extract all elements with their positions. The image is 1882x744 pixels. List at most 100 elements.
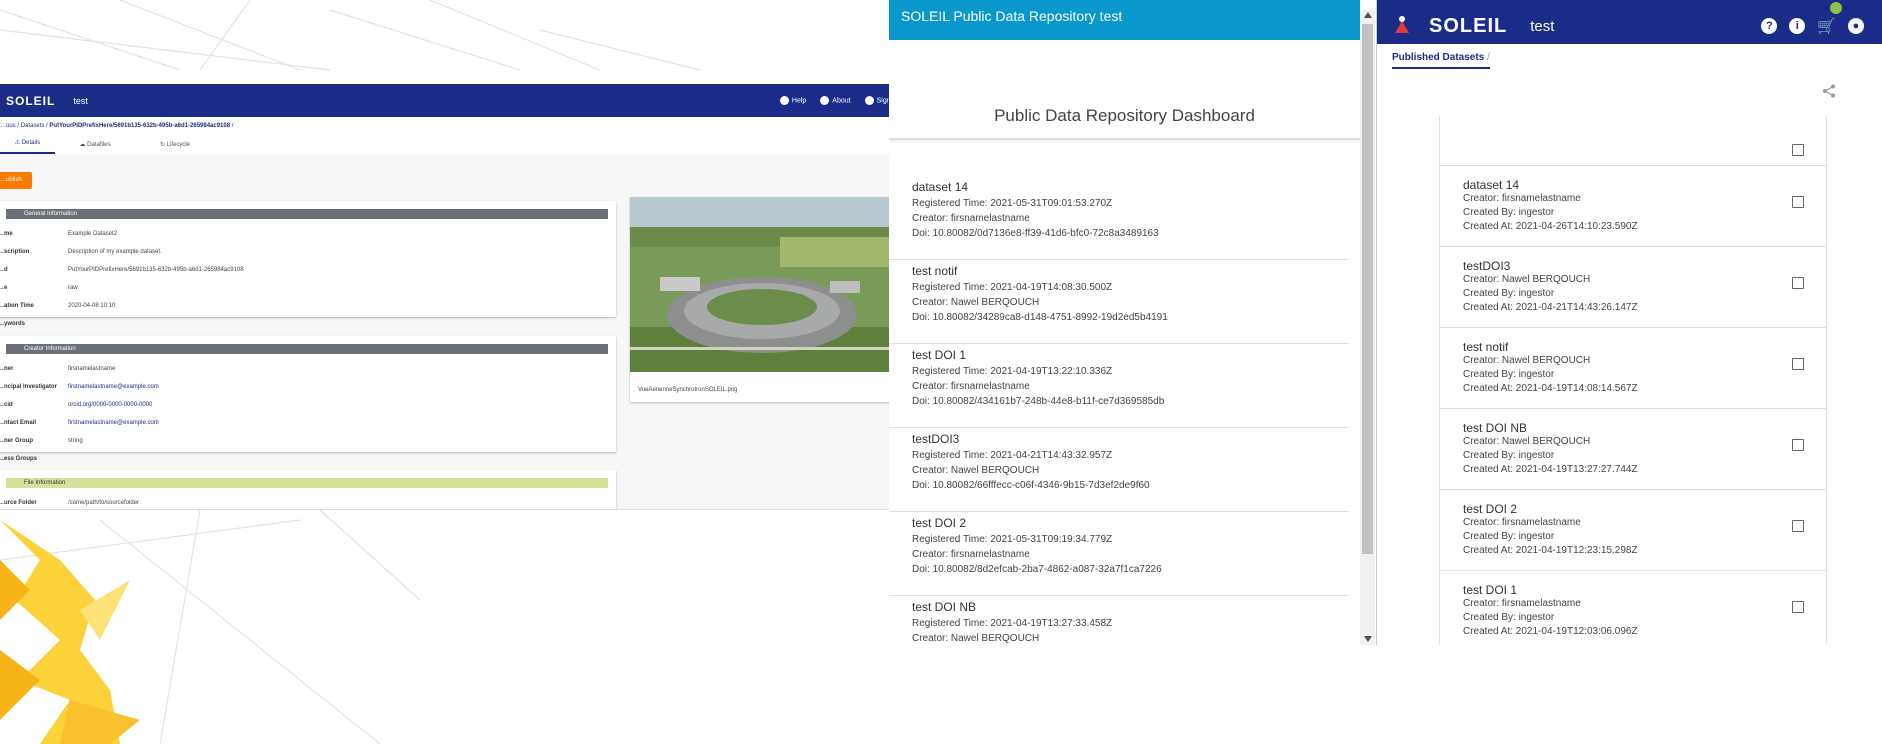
dataset-at: Created At: 2021-04-21T14:43:26.147Z	[1463, 302, 1638, 313]
dataset-title: test notif	[1463, 340, 1509, 354]
dataset-creator: Creator: Nawel BERQOUCH	[912, 297, 1040, 308]
about-link[interactable]: About	[820, 96, 851, 105]
table-row[interactable]: test DOI 2 Creator: firsnamelastname Creat…	[1440, 490, 1826, 571]
info-icon[interactable]: i	[1789, 18, 1806, 34]
dataset-at: Created At: 2021-04-19T12:23:15.298Z	[1463, 545, 1638, 556]
field-label: …scription	[0, 249, 30, 255]
synchrotron-aerial-image[interactable]	[630, 197, 894, 372]
list-item[interactable]: test DOI NB Registered Time: 2021-04-19T1…	[889, 596, 1349, 645]
dataset-creator: Creator: Nawel BERQOUCH	[912, 633, 1040, 644]
row-checkbox[interactable]	[1792, 601, 1804, 613]
row-checkbox[interactable]	[1792, 196, 1804, 208]
soleil-logo[interactable]: SOLEIL	[6, 94, 55, 108]
user-icon	[864, 96, 874, 105]
file-info-header: File Information	[6, 478, 608, 488]
dataset-title: test DOI NB	[912, 600, 977, 614]
dataset-reg: Registered Time: 2021-04-19T14:08:30.500…	[912, 282, 1113, 293]
table-row[interactable]: test DOI NB Creator: Nawel BERQOUCH Create…	[1440, 409, 1826, 490]
table-row[interactable]: testDOI3 Creator: Nawel BERQOUCH Created B…	[1440, 247, 1826, 328]
dataset-creator: Creator: Nawel BERQOUCH	[1463, 436, 1591, 447]
field-value: Example Dataset2	[68, 231, 118, 237]
dataset-list: dataset 14 Registered Time: 2021-05-31T09…	[889, 176, 1349, 645]
field-label: …d	[0, 267, 8, 273]
detail-row: …ntact Email firstnamelastname@example.co…	[0, 414, 616, 432]
list-item[interactable]: test DOI 1 Registered Time: 2021-04-19T13…	[889, 344, 1349, 428]
breadcrumb-datasets[interactable]: Datasets	[21, 123, 45, 129]
dataset-by: Created By: ingestor	[1463, 612, 1555, 623]
row-checkbox[interactable]	[1792, 277, 1804, 289]
field-label: …cid	[0, 402, 13, 408]
breadcrumb[interactable]: Published Datasets /	[1392, 52, 1490, 69]
detail-row: …d PutYourPIDPrefixHere/5691b135-632b-495…	[0, 261, 616, 279]
published-datasets-panel: SOLEIL test ? i 🛒 ● Published Datasets /…	[1376, 0, 1882, 645]
detail-row: …scription Description of my example data…	[0, 243, 616, 261]
image-caption: VueAerienneSynchrotronSOLEIL.png	[638, 387, 738, 393]
tab-details[interactable]: ⚠ Details	[0, 139, 55, 154]
dataset-title: dataset 14	[1463, 178, 1520, 192]
dashboard-heading: Public Data Repository Dashboard	[889, 82, 1360, 140]
dataset-creator: Creator: firsnamelastname	[1463, 193, 1581, 204]
dataset-reg: Registered Time: 2021-04-19T13:22:10.336…	[912, 366, 1113, 377]
dataset-title: test DOI 1	[1463, 583, 1518, 597]
field-label: …me	[0, 231, 13, 237]
list-item[interactable]: dataset 14 Registered Time: 2021-05-31T09…	[889, 176, 1349, 260]
field-value[interactable]: orcid.org/0000-0000-0000-0000	[68, 402, 152, 408]
dataset-creator: Creator: firsnamelastname	[1463, 598, 1581, 609]
tab-datafiles[interactable]: ☁ Datafiles	[55, 141, 135, 154]
share-icon[interactable]	[1822, 84, 1836, 98]
field-label: …ner	[0, 366, 14, 372]
field-label: …ywords	[0, 321, 26, 327]
dataset-reg: Registered Time: 2021-05-31T09:19:34.779…	[912, 534, 1113, 545]
detail-row: …e raw	[0, 279, 616, 297]
dataset-by: Created By: ingestor	[1463, 369, 1555, 380]
tab-lifecycle[interactable]: ↻ Lifecycle	[135, 141, 215, 154]
list-item[interactable]: testDOI3 Registered Time: 2021-04-21T14:4…	[889, 428, 1349, 512]
detail-row: …ncipal Investigator firstnamelastname@ex…	[0, 378, 616, 396]
dataset-creator: Creator: Nawel BERQOUCH	[1463, 355, 1591, 366]
institution-logo-icon[interactable]	[1389, 13, 1415, 39]
help-icon[interactable]: ?	[1761, 18, 1778, 34]
repository-title-bar: SOLEIL Public Data Repository test	[889, 0, 1360, 40]
dataset-doi: Doi: 10.80082/34289ca8-d148-4751-8992-19…	[912, 312, 1168, 323]
list-item[interactable]: test DOI 2 Registered Time: 2021-05-31T09…	[889, 512, 1349, 596]
scrollbar[interactable]	[1360, 10, 1375, 645]
tab-bar: ⚠ Details ☁ Datafiles ↻ Lifecycle	[0, 134, 910, 154]
soleil-logo[interactable]: SOLEIL	[1429, 15, 1507, 38]
publish-button[interactable]: …ublish	[0, 172, 32, 189]
repository-title: SOLEIL Public Data Repository test	[901, 8, 1123, 24]
table-row[interactable]: test DOI 1 Creator: firsnamelastname Creat…	[1440, 571, 1826, 645]
account-icon[interactable]: ●	[1848, 18, 1864, 34]
dataset-by: Created By: ingestor	[1463, 288, 1555, 299]
detail-row: …ner Group string	[0, 432, 616, 450]
table-row[interactable]: test notif Creator: Nawel BERQOUCH Created…	[1440, 328, 1826, 409]
cart-icon[interactable]: 🛒	[1817, 17, 1836, 35]
table-row[interactable]: dataset 14 Creator: firsnamelastname Creat…	[1440, 166, 1826, 247]
dataset-image-card: VueAerienneSynchrotronSOLEIL.png	[630, 197, 894, 402]
scroll-down-arrow-icon[interactable]	[1364, 636, 1372, 642]
dataset-doi: Doi: 10.80082/0d7136e8-ff39-41d6-bfc0-72…	[912, 228, 1159, 239]
field-value[interactable]: firstnamelastname@example.com	[68, 384, 159, 390]
dataset-title: test DOI 2	[1463, 502, 1518, 516]
dashboard-panel: SOLEIL Public Data Repository test Publi…	[889, 0, 1376, 645]
dataset-creator: Creator: firsnamelastname	[912, 213, 1030, 224]
field-value[interactable]: firstnamelastname@example.com	[68, 420, 159, 426]
dataset-by: Created By: ingestor	[1463, 207, 1555, 218]
help-link[interactable]: Help	[779, 96, 806, 105]
dataset-reg: Registered Time: 2021-05-31T09:01:53.270…	[912, 198, 1113, 209]
row-checkbox[interactable]	[1792, 439, 1804, 451]
breadcrumb-start[interactable]: …ous	[0, 123, 16, 129]
breadcrumb-published-datasets[interactable]: Published Datasets	[1392, 52, 1484, 63]
scroll-up-arrow-icon[interactable]	[1364, 12, 1372, 18]
select-all-checkbox[interactable]	[1792, 144, 1804, 156]
scrollbar-thumb[interactable]	[1362, 24, 1373, 554]
dataset-by: Created By: ingestor	[1463, 531, 1555, 542]
breadcrumb: …ous / Datasets / PutYourPIDPrefixHere/5…	[0, 117, 910, 134]
dataset-at: Created At: 2021-04-26T14:10:23.590Z	[1463, 221, 1638, 232]
field-value: string	[68, 438, 83, 444]
list-item[interactable]: test notif Registered Time: 2021-04-19T14…	[889, 260, 1349, 344]
field-label: …ntact Email	[0, 420, 37, 426]
row-checkbox[interactable]	[1792, 520, 1804, 532]
dataset-by: Created By: ingestor	[1463, 450, 1555, 461]
dataset-doi: Doi: 10.80082/66fffecc-c06f-4346-9b15-7d…	[912, 480, 1150, 491]
row-checkbox[interactable]	[1792, 358, 1804, 370]
